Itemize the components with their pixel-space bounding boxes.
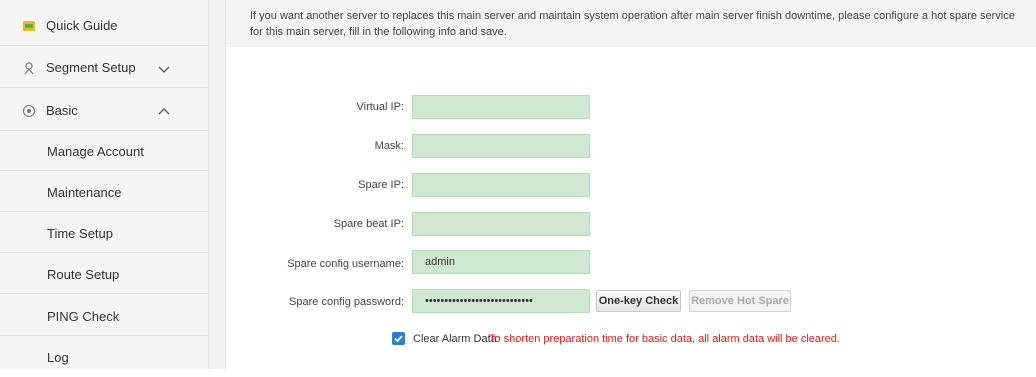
sidebar-item-label: PING Check — [47, 309, 120, 324]
info-text: If you want another server to replaces t… — [250, 10, 1015, 38]
nav-label-basic: Basic — [46, 103, 78, 118]
spare-beat-ip-input[interactable] — [412, 212, 590, 236]
clear-alarm-checkbox[interactable] — [392, 332, 405, 345]
segment-setup-icon — [22, 61, 36, 75]
virtual-ip-input[interactable] — [412, 95, 590, 119]
one-key-check-button[interactable]: One-key Check — [596, 290, 681, 312]
nav-item-basic[interactable]: Basic — [0, 91, 208, 131]
sidebar-item-log[interactable]: Log — [0, 337, 208, 377]
sidebar-item-label: Time Setup — [47, 226, 113, 241]
spare-username-label: Spare config username: — [287, 258, 404, 270]
sidebar-item-route-setup[interactable]: Route Setup — [0, 254, 208, 294]
mask-input[interactable] — [412, 134, 590, 158]
sidebar-item-label: Log — [47, 350, 69, 365]
spare-username-input[interactable] — [412, 250, 590, 274]
virtual-ip-label: Virtual IP: — [356, 101, 405, 113]
spare-beat-ip-label: Spare beat IP: — [333, 218, 404, 230]
basic-settings-icon — [22, 104, 36, 118]
sidebar-item-label: Manage Account — [47, 144, 144, 159]
nav-item-quick-guide[interactable]: Quick Guide — [0, 6, 208, 46]
spare-ip-label: Spare IP: — [358, 179, 404, 191]
sidebar-item-maintenance[interactable]: Maintenance — [0, 172, 208, 212]
spare-password-label: Spare config password: — [289, 296, 404, 308]
quick-guide-icon — [22, 19, 36, 33]
sidebar-collapse-strip[interactable] — [209, 0, 226, 369]
spare-ip-input[interactable] — [412, 173, 590, 197]
nav-item-segment-setup[interactable]: Segment Setup — [0, 48, 208, 88]
sidebar: Quick Guide Segment Setup Basic Manage A… — [0, 0, 209, 369]
clear-alarm-warning: To shorten preparation time for basic da… — [489, 333, 840, 345]
spare-password-input[interactable] — [412, 289, 590, 313]
checkmark-icon — [394, 335, 403, 343]
mask-label: Mask: — [374, 140, 404, 152]
chevron-up-icon[interactable] — [158, 105, 170, 115]
sidebar-item-manage-account[interactable]: Manage Account — [0, 131, 208, 171]
chevron-down-icon[interactable] — [158, 62, 170, 73]
sidebar-item-label: Route Setup — [47, 267, 120, 282]
sidebar-item-label: Maintenance — [47, 185, 122, 200]
remove-hot-spare-button[interactable]: Remove Hot Spare — [689, 290, 791, 312]
nav-label-segment-setup: Segment Setup — [46, 60, 136, 75]
info-banner: If you want another server to replaces t… — [226, 0, 1036, 47]
sidebar-item-time-setup[interactable]: Time Setup — [0, 213, 208, 253]
clear-alarm-label: Clear Alarm Data — [413, 333, 497, 345]
sidebar-item-ping-check[interactable]: PING Check — [0, 296, 208, 336]
nav-label-quick-guide: Quick Guide — [46, 18, 118, 33]
